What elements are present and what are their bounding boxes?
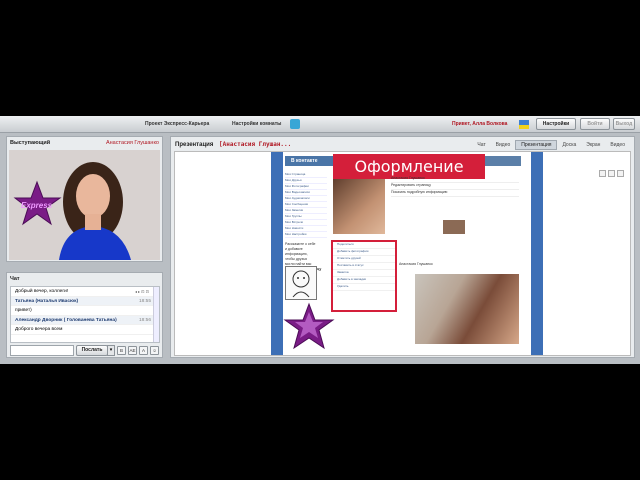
redbox-item: Поставить в статус [333, 263, 395, 270]
chat-scrollbar[interactable] [153, 287, 159, 342]
chat-controls[interactable]: ◂ ▸ ⊡ ⊡ [135, 289, 149, 294]
chat-message: Доброго вечера всем [11, 325, 159, 335]
profile-photo [333, 176, 385, 234]
profile-info: Анастасия Глушанко Редактировать страницу… [391, 176, 519, 197]
user-greeting: Привет, Алла Волкова [452, 121, 508, 127]
view-tabs: Чат Видео Презентация Доска Экран Видео [472, 140, 630, 150]
zoom-out-icon[interactable] [608, 170, 615, 177]
profile-line: Анастасия Глушанко [391, 176, 519, 183]
chat-input[interactable] [10, 345, 74, 356]
svg-text:Express: Express [21, 201, 53, 210]
chat-author: Александр Дворник ( Голованева Татьяна) 1… [11, 315, 159, 325]
presentation-label: Презентация [175, 142, 214, 148]
emoticon-button[interactable]: ☺ [150, 346, 159, 355]
redbox-item: Заметка [333, 270, 395, 277]
chat-time: 18:56 [138, 317, 151, 323]
express-career-logo [283, 302, 335, 350]
settings-button[interactable]: Настройки [536, 118, 576, 130]
wall-post-author: Анастасия Глушанко [399, 262, 433, 266]
slide-right-bar [531, 152, 543, 355]
presentation-header: Презентация [Анастасия Глушан... Чат Виде… [171, 137, 634, 151]
app-window: Проект Экспресс-Карьера Настройки комнат… [0, 116, 640, 364]
tab-1[interactable]: Видео [491, 141, 516, 149]
speaker-panel: Выступающий Анастасия Глушанко Express [6, 136, 163, 262]
speaker-name: Анастасия Глушанко [105, 140, 159, 146]
top-bar: Проект Экспресс-Карьера Настройки комнат… [0, 116, 640, 133]
speaker-label: Выступающий [10, 140, 51, 146]
chat-text: привет) [15, 308, 32, 313]
tab-4[interactable]: Экран [581, 141, 605, 149]
chat-text: Добрый вечер, коллеги! [15, 289, 69, 294]
vk-menu: Моя Страница Мои Друзья Мои Фотографии Мои … [285, 172, 327, 238]
webcam-image: Express [9, 150, 160, 260]
chat-panel: Чат Добрый вечер, коллеги! Татьяна (Натал… [6, 272, 163, 358]
chat-text: Александр Дворник ( Голованева Татьяна) [15, 317, 117, 323]
redbox-item: Добавить в закладки [333, 277, 395, 284]
tab-0[interactable]: Чат [472, 141, 490, 149]
redbox-item: Добавить фотографии [333, 249, 395, 256]
tab-3[interactable]: Доска [557, 141, 581, 149]
profile-line: Показать подробную информацию [391, 190, 519, 197]
speaker-video: Express [9, 150, 160, 260]
presentation-stage: В контакте Моя Страница Мои Друзья Мои Фот… [174, 151, 631, 356]
chat-messages[interactable]: Добрый вечер, коллеги! Татьяна (Наталья И… [10, 286, 160, 343]
send-dropdown[interactable]: ▾ [107, 345, 115, 356]
presentation-panel: Презентация [Анастасия Глушан... Чат Виде… [170, 136, 635, 358]
tab-2[interactable]: Презентация [515, 140, 558, 150]
chat-author: Татьяна (Наталья Ивасюк) 18:55 [11, 296, 159, 306]
cartoon-image [285, 266, 317, 300]
color-button[interactable]: A [139, 346, 148, 355]
language-flag-icon[interactable] [519, 120, 529, 129]
font-button[interactable]: AE [128, 346, 137, 355]
login-button[interactable]: Войти [580, 118, 610, 130]
profile-line: Редактировать страницу [391, 183, 519, 190]
exit-button[interactable]: Выход [613, 118, 635, 130]
speaker-header: Выступающий Анастасия Глушанко [7, 137, 162, 149]
vk-menu-item: Мои Настройки [285, 232, 327, 238]
chat-text: Татьяна (Наталья Ивасюк) [15, 298, 79, 304]
redbox-item: Поделиться [333, 242, 395, 249]
photo-thumbnail [443, 220, 465, 234]
chat-text: Доброго вечера всем [15, 327, 63, 332]
redbox-item: Отметить друзей [333, 256, 395, 263]
chat-label: Чат [10, 276, 20, 282]
vk-logo: В контакте [285, 156, 333, 166]
wall-photo [415, 274, 519, 344]
chat-time: 18:55 [138, 298, 151, 304]
send-button[interactable]: Послать [76, 345, 108, 356]
tab-5[interactable]: Видео [605, 141, 630, 149]
chat-message: привет) [11, 306, 159, 316]
redbox-item: Удалить [333, 284, 395, 291]
presenter-name: [Анастасия Глушан... [219, 141, 292, 148]
lock-icon[interactable] [290, 119, 300, 129]
highlighted-menu: Поделиться Добавить фотографии Отметить др… [331, 240, 397, 312]
fit-icon[interactable] [617, 170, 624, 177]
project-title: Проект Экспресс-Карьера [145, 121, 210, 127]
bold-button[interactable]: B [117, 346, 126, 355]
zoom-controls[interactable] [597, 170, 624, 179]
room-settings-link[interactable]: Настройки комнаты [232, 121, 281, 127]
zoom-in-icon[interactable] [599, 170, 606, 177]
slide: В контакте Моя Страница Мои Друзья Мои Фот… [271, 152, 543, 355]
